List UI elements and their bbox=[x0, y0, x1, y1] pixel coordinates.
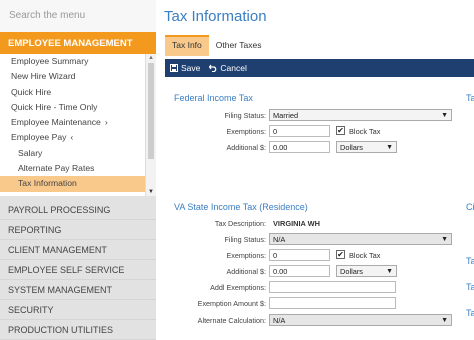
save-button[interactable]: Save bbox=[170, 63, 200, 73]
state-additional-unit-select[interactable]: Dollars ▼ bbox=[336, 265, 397, 277]
right-column-title-3: Ta bbox=[466, 256, 474, 266]
chevron-down-icon: ▼ bbox=[441, 112, 448, 119]
state-unit-value: Dollars bbox=[340, 267, 363, 276]
menu-item-new-hire-wizard[interactable]: New Hire Wizard bbox=[0, 69, 145, 84]
right-column-title-2: Ci bbox=[466, 202, 474, 212]
federal-exemptions-label: Exemptions: bbox=[226, 127, 266, 136]
federal-filing-status-value: Married bbox=[273, 111, 299, 120]
state-addl-exemptions-input[interactable] bbox=[269, 281, 396, 293]
state-exemptions-input[interactable]: 0 bbox=[269, 249, 330, 261]
chevron-left-icon: ‹ bbox=[70, 132, 74, 143]
state-exemptions-label: Exemptions: bbox=[226, 251, 266, 260]
state-block-tax-checkbox[interactable]: ✔ bbox=[336, 250, 345, 259]
state-tax-description-label: Tax Description: bbox=[214, 219, 266, 228]
federal-exemptions-input[interactable]: 0 bbox=[269, 125, 330, 137]
menu-item-employee-summary[interactable]: Employee Summary bbox=[0, 54, 145, 69]
state-filing-status-label: Filing Status: bbox=[224, 235, 266, 244]
state-filing-status-value: N/A bbox=[273, 235, 286, 244]
chevron-down-icon: ▼ bbox=[386, 144, 393, 151]
state-filing-status-select[interactable]: N/A ▼ bbox=[269, 233, 452, 245]
menu-item-employee-pay[interactable]: Employee Pay ‹ bbox=[0, 130, 145, 145]
menu-item-salary[interactable]: Salary bbox=[0, 146, 145, 161]
right-column-title-1: Ta bbox=[466, 93, 474, 103]
federal-section-title: Federal Income Tax bbox=[174, 93, 253, 103]
scroll-down-icon[interactable]: ▼ bbox=[148, 189, 154, 195]
federal-unit-value: Dollars bbox=[340, 143, 363, 152]
nav-list: PAYROLL PROCESSING REPORTING CLIENT MANA… bbox=[0, 200, 156, 340]
federal-block-tax-label: Block Tax bbox=[349, 127, 381, 136]
tab-other-taxes[interactable]: Other Taxes bbox=[209, 35, 269, 56]
right-column-title-4: Ta bbox=[466, 282, 474, 292]
menu-item-employee-maintenance[interactable]: Employee Maintenance › bbox=[0, 115, 145, 130]
nav-production-utilities[interactable]: PRODUCTION UTILITIES bbox=[0, 320, 156, 340]
main-content: Tax Information Tax Info Other Taxes Sav… bbox=[156, 0, 474, 340]
menu-scrollbar[interactable]: ▲ ▼ bbox=[145, 54, 156, 196]
state-alternate-calc-label: Alternate Calculation: bbox=[197, 316, 266, 325]
nav-employee-self-service[interactable]: EMPLOYEE SELF SERVICE bbox=[0, 260, 156, 280]
right-column-title-5: Ta bbox=[466, 308, 474, 318]
state-alternate-calc-value: N/A bbox=[273, 316, 286, 325]
federal-additional-label: Additional $: bbox=[226, 143, 266, 152]
page-title: Tax Information bbox=[164, 8, 267, 25]
toolbar: Save Cancel bbox=[165, 59, 474, 77]
menu-item-label: Employee Maintenance bbox=[11, 117, 101, 128]
chevron-down-icon: ▼ bbox=[441, 317, 448, 324]
federal-block-tax-checkbox[interactable]: ✔ bbox=[336, 126, 345, 135]
nav-reporting[interactable]: REPORTING bbox=[0, 220, 156, 240]
sidebar: Search the menu EMPLOYEE MANAGEMENT Empl… bbox=[0, 0, 156, 340]
state-additional-input[interactable]: 0.00 bbox=[269, 265, 330, 277]
menu-item-quick-hire-time-only[interactable]: Quick Hire - Time Only bbox=[0, 100, 145, 115]
state-block-tax-label: Block Tax bbox=[349, 251, 381, 260]
federal-filing-status-select[interactable]: Married ▼ bbox=[269, 109, 452, 121]
chevron-right-icon: › bbox=[104, 117, 108, 128]
tab-bar: Tax Info Other Taxes bbox=[165, 35, 268, 56]
state-tax-description-value: VIRGINIA WH bbox=[273, 219, 320, 228]
tab-tax-info[interactable]: Tax Info bbox=[165, 35, 209, 56]
menu-item-alternate-pay-rates[interactable]: Alternate Pay Rates bbox=[0, 161, 145, 176]
save-icon bbox=[170, 64, 178, 72]
menu-list-panel: Employee Summary New Hire Wizard Quick H… bbox=[0, 54, 156, 196]
nav-client-management[interactable]: CLIENT MANAGEMENT bbox=[0, 240, 156, 260]
nav-security[interactable]: SECURITY bbox=[0, 300, 156, 320]
menu-item-tax-information[interactable]: Tax Information bbox=[0, 176, 145, 192]
state-exemption-amount-input[interactable] bbox=[269, 297, 396, 309]
state-alternate-calc-select[interactable]: N/A ▼ bbox=[269, 314, 452, 326]
chevron-down-icon: ▼ bbox=[441, 236, 448, 243]
menu-item-quick-hire[interactable]: Quick Hire bbox=[0, 85, 145, 100]
state-exemption-amount-label: Exemption Amount $: bbox=[197, 299, 266, 308]
nav-system-management[interactable]: SYSTEM MANAGEMENT bbox=[0, 280, 156, 300]
chevron-down-icon: ▼ bbox=[386, 268, 393, 275]
federal-additional-unit-select[interactable]: Dollars ▼ bbox=[336, 141, 397, 153]
menu-list: Employee Summary New Hire Wizard Quick H… bbox=[0, 54, 145, 192]
section-header-employee-management[interactable]: EMPLOYEE MANAGEMENT bbox=[0, 32, 156, 54]
undo-icon bbox=[209, 64, 217, 72]
state-additional-label: Additional $: bbox=[226, 267, 266, 276]
nav-payroll-processing[interactable]: PAYROLL PROCESSING bbox=[0, 200, 156, 220]
cancel-label: Cancel bbox=[220, 63, 247, 73]
federal-additional-input[interactable]: 0.00 bbox=[269, 141, 330, 153]
state-addl-exemptions-label: Addl Exemptions: bbox=[210, 283, 266, 292]
save-label: Save bbox=[181, 63, 201, 73]
cancel-button[interactable]: Cancel bbox=[209, 63, 247, 73]
scroll-thumb[interactable] bbox=[148, 63, 154, 159]
scroll-up-icon[interactable]: ▲ bbox=[148, 55, 154, 61]
federal-filing-status-label: Filing Status: bbox=[224, 111, 266, 120]
state-section-title: VA State Income Tax (Residence) bbox=[174, 202, 308, 212]
menu-item-label: Employee Pay bbox=[11, 132, 67, 143]
search-input[interactable]: Search the menu bbox=[0, 0, 156, 32]
